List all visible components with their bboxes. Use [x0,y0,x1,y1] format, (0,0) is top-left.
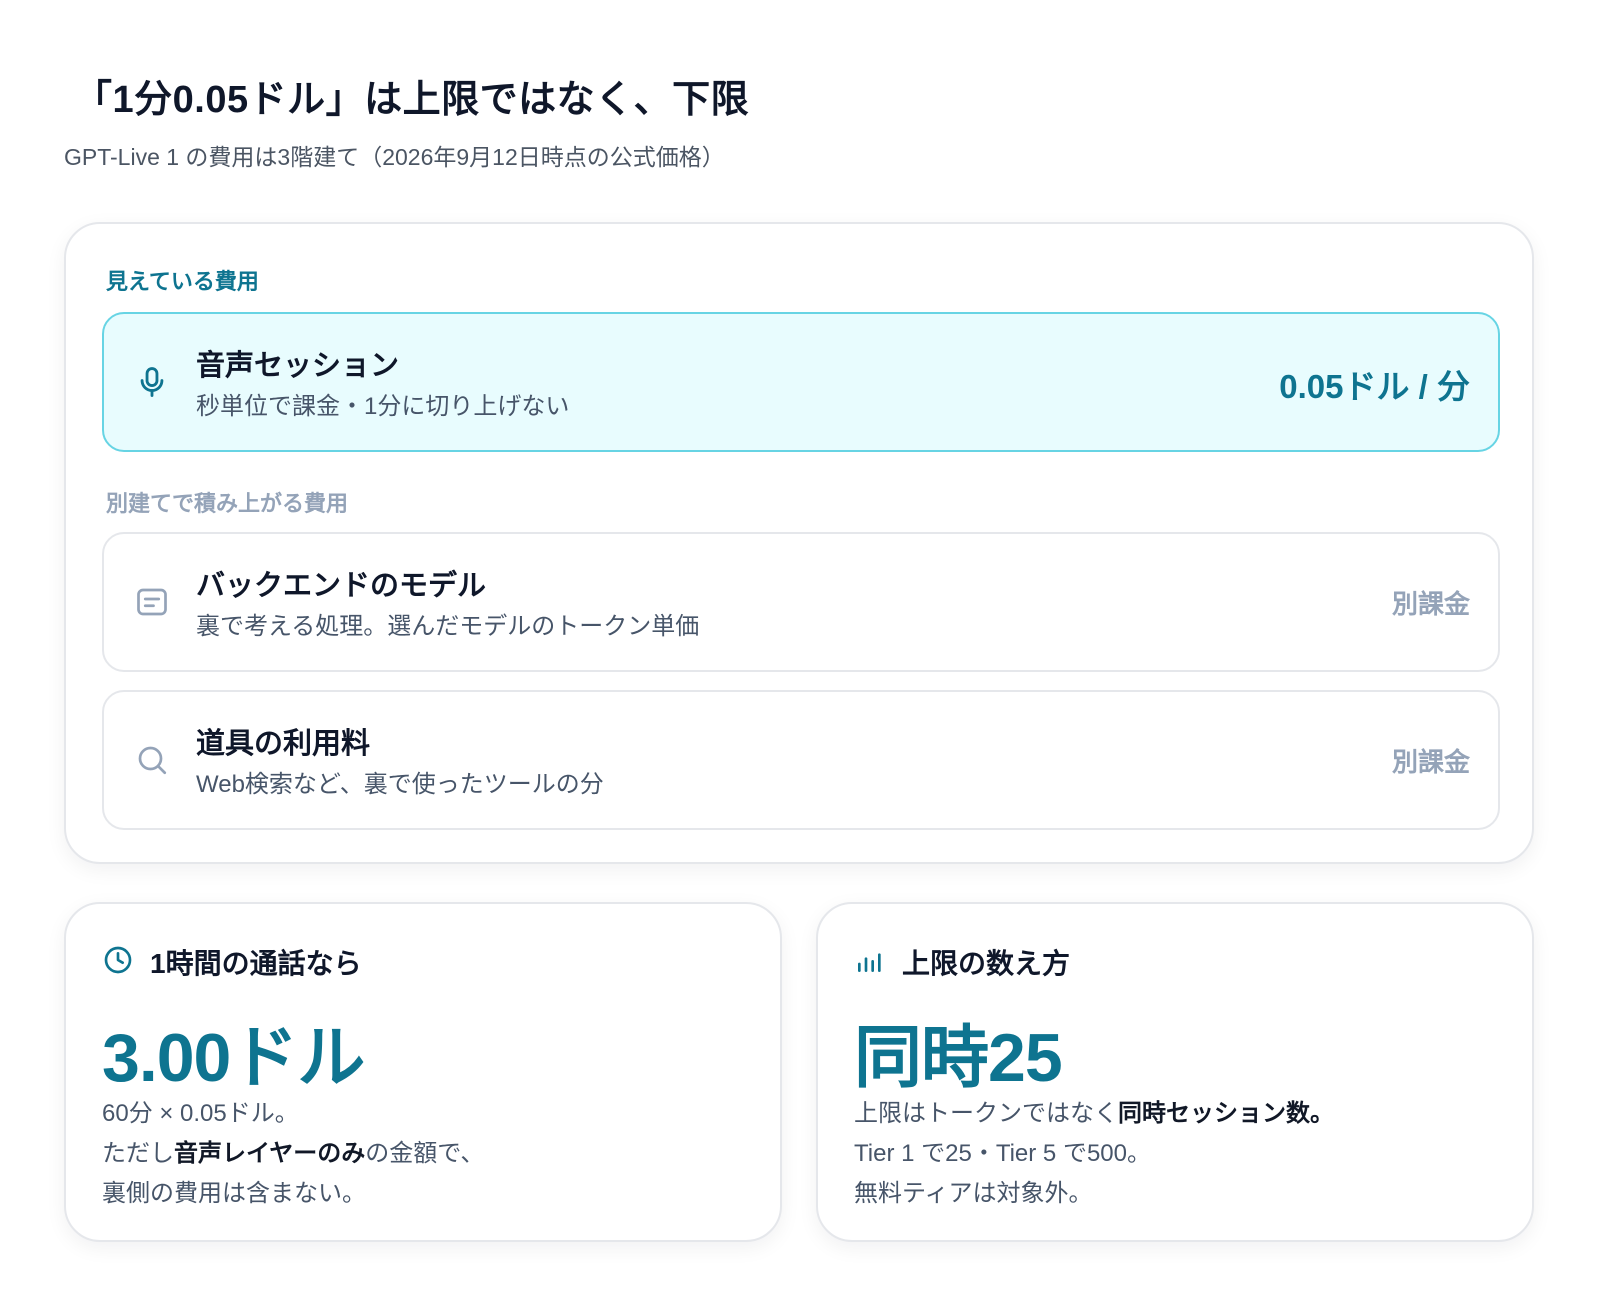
card-header: 上限の数え方 [854,944,1070,980]
card-body: 上限はトークンではなく同時セッション数。 Tier 1 で25・Tier 5 で… [854,1094,1334,1214]
clock-icon [102,944,134,981]
separate-charge-badge: 別課金 [1391,747,1470,777]
cost-row-voice-session: 音声セッション 秒単位で課金・1分に切り上げない 0.05ドル / 分 [102,312,1500,452]
visible-cost-label: 見えている費用 [106,269,259,294]
row-description: Web検索など、裏で使ったツールの分 [196,771,604,798]
body-line: 無料ティアは対象外。 [854,1180,1093,1207]
card-body: 60分 × 0.05ドル。 ただし音声レイヤーのみの金額で、 裏側の費用は含まな… [102,1094,484,1214]
body-line: ただし音声レイヤーのみの金額で、 [102,1140,485,1167]
cost-row-tool-usage: 道具の利用料 Web検索など、裏で使ったツールの分 別課金 [102,690,1500,830]
row-title: バックエンドのモデル [196,570,487,602]
body-line: 60分 × 0.05ドル。 [102,1100,299,1127]
row-description: 秒単位で課金・1分に切り上げない [196,393,570,420]
row-title: 音声セッション [196,350,400,382]
body-line: 上限はトークンではなく同時セッション数。 [854,1100,1334,1127]
stacked-cost-label: 別建てで積み上がる費用 [106,491,349,516]
cost-row-backend-model: バックエンドのモデル 裏で考える処理。選んだモデルのトークン単価 別課金 [102,532,1500,672]
search-icon [132,740,172,780]
separate-charge-badge: 別課金 [1391,589,1470,619]
page-subtitle: GPT-Live 1 の費用は3階建て（2026年9月12日時点の公式価格） [64,144,725,170]
limit-card: 上限の数え方 同時25 上限はトークンではなく同時セッション数。 Tier 1 … [816,902,1534,1242]
body-line: 裏側の費用は含まない。 [102,1180,366,1207]
hourly-cost-card: 1時間の通話なら 3.00ドル 60分 × 0.05ドル。 ただし音声レイヤーの… [64,902,782,1242]
hourly-cost-value: 3.00ドル [102,1020,365,1096]
limit-value: 同時25 [854,1020,1063,1096]
row-title: 道具の利用料 [196,728,371,760]
page-title: 「1分0.05ドル」は上限ではなく、下限 [74,79,750,121]
microphone-icon [132,362,172,402]
card-header: 1時間の通話なら [102,944,362,980]
card-label: 1時間の通話なら [150,948,362,979]
row-description: 裏で考える処理。選んだモデルのトークン単価 [196,613,700,640]
row-price: 0.05ドル / 分 [1279,368,1470,405]
cost-structure-card: 見えている費用 音声セッション 秒単位で課金・1分に切り上げない 0.05ドル … [64,222,1534,864]
bar-chart-icon [854,944,886,981]
body-line: Tier 1 で25・Tier 5 で500。 [854,1140,1151,1167]
document-icon [132,582,172,622]
card-label: 上限の数え方 [902,948,1071,979]
